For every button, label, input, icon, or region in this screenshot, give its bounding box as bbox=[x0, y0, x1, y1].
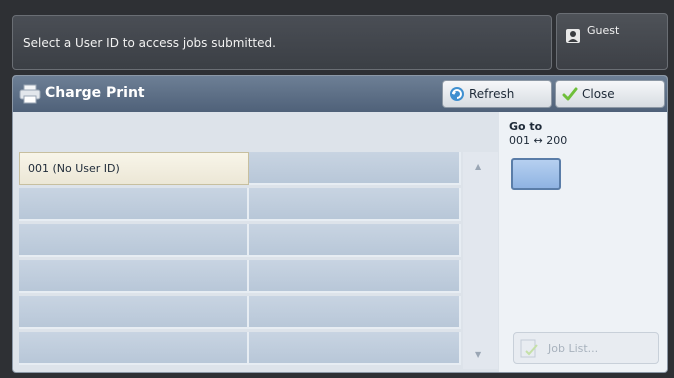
list-item[interactable] bbox=[19, 260, 249, 293]
message-bar: Select a User ID to access jobs submitte… bbox=[12, 15, 552, 70]
list-item-label: 001 (No User ID) bbox=[28, 162, 120, 175]
list-item[interactable] bbox=[19, 332, 249, 365]
list-item[interactable] bbox=[249, 260, 461, 293]
goto-input[interactable] bbox=[511, 158, 561, 190]
list-item[interactable] bbox=[19, 224, 249, 257]
panel-title-bar: Charge Print Refresh Close bbox=[13, 76, 667, 112]
scroll-down-icon[interactable]: ▼ bbox=[475, 350, 481, 359]
charge-print-panel: Charge Print Refresh Close 001 (No User bbox=[12, 75, 668, 373]
screen: Select a User ID to access jobs submitte… bbox=[0, 0, 674, 378]
list-item[interactable] bbox=[249, 296, 461, 329]
goto-range: 001 ↔ 200 bbox=[509, 134, 568, 147]
checkmark-icon bbox=[562, 87, 578, 101]
page-title: Charge Print bbox=[45, 85, 145, 101]
goto-panel: Go to 001 ↔ 200 Job List... bbox=[499, 112, 667, 372]
job-list-button[interactable]: Job List... bbox=[513, 332, 659, 364]
list-item[interactable] bbox=[249, 224, 461, 257]
refresh-label: Refresh bbox=[469, 87, 515, 101]
close-label: Close bbox=[582, 87, 615, 101]
list-item[interactable]: 001 (No User ID) bbox=[19, 152, 249, 185]
guest-label: Guest bbox=[587, 24, 620, 37]
close-button[interactable]: Close bbox=[555, 80, 665, 108]
list-scrollbar[interactable]: ▲ ▼ bbox=[463, 152, 498, 369]
goto-label: Go to bbox=[509, 120, 543, 133]
list-item[interactable] bbox=[19, 296, 249, 329]
list-item[interactable] bbox=[249, 152, 461, 185]
job-list-icon bbox=[520, 339, 538, 358]
instruction-message: Select a User ID to access jobs submitte… bbox=[23, 36, 276, 50]
scroll-up-icon[interactable]: ▲ bbox=[475, 162, 481, 171]
guest-user-button[interactable]: Guest bbox=[556, 13, 668, 70]
printer-icon bbox=[19, 84, 41, 104]
list-item[interactable] bbox=[249, 332, 461, 365]
job-list-label: Job List... bbox=[548, 342, 599, 355]
user-icon bbox=[566, 29, 580, 43]
user-id-list: 001 (No User ID) bbox=[19, 152, 461, 369]
list-item[interactable] bbox=[19, 188, 249, 221]
refresh-icon bbox=[450, 87, 464, 101]
list-item[interactable] bbox=[249, 188, 461, 221]
refresh-button[interactable]: Refresh bbox=[442, 80, 552, 108]
